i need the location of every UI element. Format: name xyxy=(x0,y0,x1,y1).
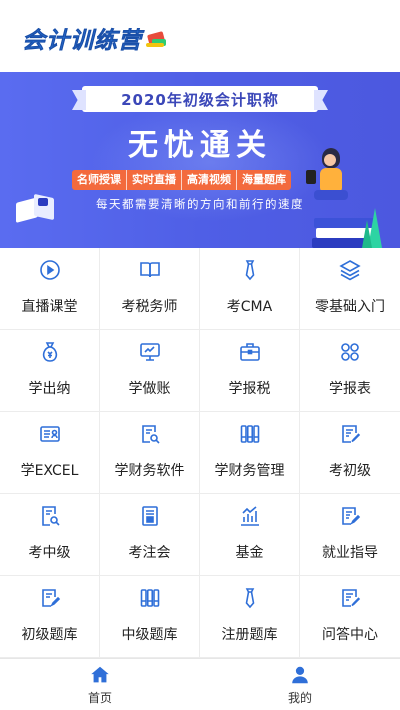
menu-item-qa-center[interactable]: 问答中心 xyxy=(300,576,400,658)
tab-me[interactable]: 我的 xyxy=(200,659,400,710)
menu-item-label: 注册题库 xyxy=(221,627,278,643)
tab-home[interactable]: 首页 xyxy=(0,659,200,710)
banner-tag: 实时直播 xyxy=(127,170,182,190)
menu-item-label: 零基础入门 xyxy=(315,299,385,315)
menu-item-live-class[interactable]: 直播课堂 xyxy=(0,248,100,330)
open-book-icon xyxy=(138,258,162,282)
menu-item-cma[interactable]: 考CMA xyxy=(200,248,300,330)
grid-clover-icon xyxy=(338,340,362,364)
banner-tag: 海量题库 xyxy=(242,173,286,186)
menu-item-label: 初级题库 xyxy=(21,627,78,643)
menu-item-tax-filing[interactable]: 学报税 xyxy=(200,330,300,412)
menu-item-label: 学做账 xyxy=(128,381,171,397)
banner-tag: 名师授课 xyxy=(72,170,127,190)
money-bag-icon xyxy=(38,340,62,364)
menu-item-label: 学EXCEL xyxy=(20,463,79,479)
banner-tag: 高清视频 xyxy=(182,170,237,190)
user-icon xyxy=(289,664,311,686)
menu-item-registered-question-bank[interactable]: 注册题库 xyxy=(200,576,300,658)
banner-ribbon-title: 2020年初级会计职称 xyxy=(82,86,318,112)
menu-item-finance-management[interactable]: 学财务管理 xyxy=(200,412,300,494)
menu-item-junior-question-bank[interactable]: 初级题库 xyxy=(0,576,100,658)
feature-grid: 直播课堂 考税务师 考CMA 零基础入门 学出纳 学做账 学报税 学报表 学EX… xyxy=(0,248,400,658)
document-search-icon xyxy=(138,422,162,446)
document-pen-icon xyxy=(338,504,362,528)
menu-item-label: 学出纳 xyxy=(28,381,71,397)
menu-item-label: 直播课堂 xyxy=(21,299,78,315)
menu-item-label: 考初级 xyxy=(329,463,371,479)
menu-item-label: 考税务师 xyxy=(121,299,178,315)
tab-home-label: 首页 xyxy=(87,690,112,705)
growth-chart-icon xyxy=(238,504,262,528)
document-edit-icon xyxy=(338,586,362,610)
menu-item-intermediate-exam[interactable]: 考中级 xyxy=(0,494,100,576)
menu-item-label: 考注会 xyxy=(128,545,171,561)
reading-person-illustration xyxy=(304,140,358,230)
logo-text: 会计训练营 xyxy=(22,28,142,55)
promo-banner[interactable]: 2020年初级会计职称 无忧通关 名师授课 实时直播 高清视频 海量题库 每天都… xyxy=(0,72,400,248)
bottom-tab-bar: 首页 我的 xyxy=(0,658,400,710)
menu-item-beginner[interactable]: 零基础入门 xyxy=(300,248,400,330)
binders-icon xyxy=(238,422,262,446)
tie-icon xyxy=(238,586,262,610)
menu-item-intermediate-question-bank[interactable]: 中级题库 xyxy=(100,576,200,658)
document-pen-icon xyxy=(38,586,62,610)
monitor-icon xyxy=(138,340,162,364)
app-header: 会计训练营 xyxy=(0,0,400,72)
id-card-icon xyxy=(38,422,62,446)
menu-item-fund[interactable]: 基金 xyxy=(200,494,300,576)
menu-item-finance-software[interactable]: 学财务软件 xyxy=(100,412,200,494)
menu-item-label: 就业指导 xyxy=(322,545,378,561)
tab-me-label: 我的 xyxy=(287,690,312,705)
menu-item-excel[interactable]: 学EXCEL xyxy=(0,412,100,494)
tie-icon xyxy=(238,258,262,282)
open-book-illustration xyxy=(16,192,56,224)
briefcase-icon xyxy=(238,340,262,364)
menu-item-cashier[interactable]: 学出纳 xyxy=(0,330,100,412)
app-logo: 会计训练营 xyxy=(22,20,168,56)
layers-icon xyxy=(338,258,362,282)
menu-item-cpa-exam[interactable]: 考注会 xyxy=(100,494,200,576)
home-icon xyxy=(89,664,111,686)
menu-item-label: 中级题库 xyxy=(121,627,178,643)
menu-item-label: 考CMA xyxy=(226,299,273,315)
document-file-icon xyxy=(138,504,162,528)
banner-tags: 名师授课 实时直播 高清视频 海量题库 xyxy=(72,170,291,190)
menu-item-label: 学报表 xyxy=(329,381,371,397)
menu-item-junior-exam[interactable]: 考初级 xyxy=(300,412,400,494)
document-search-icon xyxy=(38,504,62,528)
menu-item-statements[interactable]: 学报表 xyxy=(300,330,400,412)
binders-icon xyxy=(138,586,162,610)
document-edit-icon xyxy=(338,422,362,446)
play-circle-icon xyxy=(38,258,62,282)
menu-item-label: 学报税 xyxy=(228,381,271,397)
menu-item-label: 基金 xyxy=(235,545,264,561)
menu-item-bookkeeping[interactable]: 学做账 xyxy=(100,330,200,412)
books-stack-icon xyxy=(146,27,168,49)
menu-item-label: 考中级 xyxy=(28,545,71,561)
menu-item-career-guide[interactable]: 就业指导 xyxy=(300,494,400,576)
menu-item-tax-agent[interactable]: 考税务师 xyxy=(100,248,200,330)
menu-item-label: 学财务管理 xyxy=(214,463,285,479)
menu-item-label: 问答中心 xyxy=(322,627,378,643)
menu-item-label: 学财务软件 xyxy=(114,463,185,479)
